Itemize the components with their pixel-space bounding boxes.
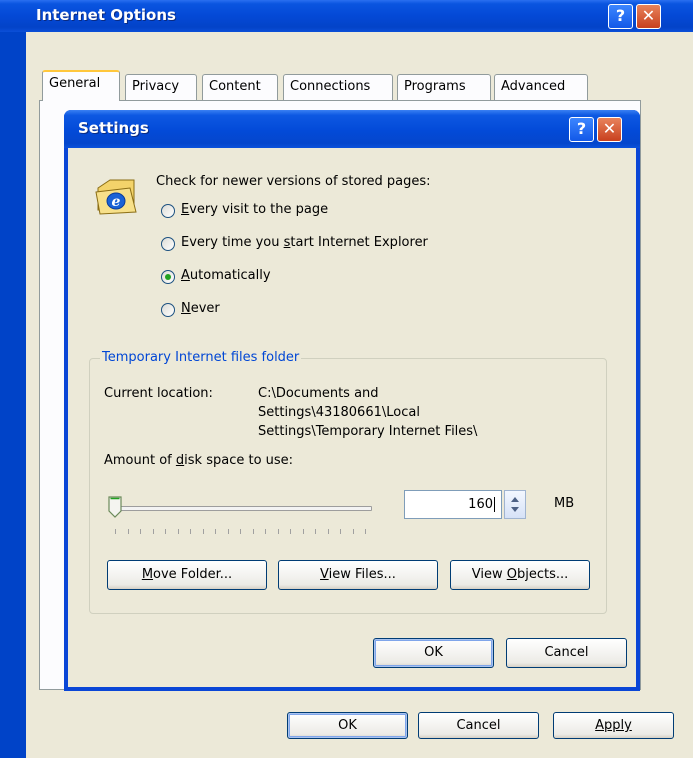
- spinner-arrows-icon: [511, 497, 519, 512]
- disk-space-spinner[interactable]: [504, 490, 526, 519]
- view-objects-button[interactable]: View Objects...: [450, 560, 590, 590]
- slider-tick: [352, 529, 354, 534]
- view-files-label: iew Files...: [328, 567, 396, 582]
- disk-space-unit: MB: [554, 496, 575, 511]
- radio-every-visit-label[interactable]: Every visit to the page: [181, 202, 328, 217]
- settings-help-button[interactable]: ?: [569, 117, 594, 142]
- slider-tick: [227, 529, 229, 534]
- current-location-line-2: Settings\43180661\Local: [258, 405, 420, 420]
- tab-programs[interactable]: Programs: [397, 74, 491, 100]
- slider-tick: [165, 529, 166, 534]
- temp-files-group-title: Temporary Internet files folder: [100, 350, 302, 365]
- tab-advanced[interactable]: Advanced: [494, 74, 588, 100]
- radio-selected-dot: [165, 274, 171, 280]
- slider-tick: [190, 529, 191, 534]
- slider-tick: [202, 529, 204, 534]
- outer-apply-button[interactable]: Apply: [553, 712, 674, 739]
- view-objects-label-1: View: [471, 567, 507, 582]
- settings-client-area: e Check for newer versions of stored pag…: [68, 148, 636, 687]
- window-border: [0, 32, 26, 758]
- check-heading: Check for newer versions of stored pages…: [156, 174, 431, 189]
- slider-tick: [177, 529, 179, 534]
- slider-tick: [315, 529, 316, 534]
- disk-space-slider-thumb[interactable]: [108, 496, 122, 518]
- slider-tick: [365, 529, 366, 534]
- current-location-line-3: Settings\Temporary Internet Files\: [258, 424, 478, 439]
- disk-space-slider-track[interactable]: [112, 506, 372, 511]
- current-location-line-1: C:\Documents and: [258, 386, 379, 401]
- outer-help-button[interactable]: ?: [608, 4, 633, 29]
- slider-tick: [215, 529, 216, 534]
- tab-general[interactable]: General: [42, 70, 120, 101]
- settings-dialog: Settings ? ✕ e Check for newer versions …: [64, 110, 640, 691]
- radio-automatically-label[interactable]: Automatically: [181, 268, 271, 283]
- slider-tick: [127, 529, 129, 534]
- slider-tick: [327, 529, 329, 534]
- move-folder-button[interactable]: Move Folder...: [107, 560, 267, 590]
- move-folder-label: ove Folder...: [153, 567, 233, 582]
- tab-connections[interactable]: Connections: [283, 74, 393, 100]
- slider-tick: [240, 529, 241, 534]
- outer-close-button[interactable]: ✕: [636, 4, 661, 29]
- radio-never-label[interactable]: Never: [181, 301, 220, 316]
- radio-never[interactable]: [161, 303, 175, 317]
- slider-tick: [140, 529, 141, 534]
- radio-every-visit[interactable]: [161, 204, 175, 218]
- disk-space-label: Amount of disk space to use:: [104, 453, 294, 468]
- outer-cancel-button[interactable]: Cancel: [418, 712, 539, 739]
- ie-cache-folder-icon: e: [95, 179, 137, 215]
- settings-title-bar[interactable]: Settings ? ✕: [64, 110, 640, 148]
- slider-tick: [152, 529, 154, 534]
- outer-title-bar[interactable]: Internet Options ? ✕: [0, 0, 693, 32]
- view-files-button[interactable]: View Files...: [278, 560, 438, 590]
- radio-automatically[interactable]: [161, 270, 175, 284]
- outer-window-title: Internet Options: [36, 6, 176, 24]
- slider-tick: [302, 529, 304, 534]
- slider-tick: [265, 529, 266, 534]
- apply-button-label: Apply: [595, 718, 632, 733]
- tab-content[interactable]: Content: [202, 74, 278, 100]
- tab-privacy[interactable]: Privacy: [125, 74, 197, 100]
- settings-cancel-button[interactable]: Cancel: [506, 638, 627, 668]
- view-objects-label-2: bjects...: [516, 567, 569, 582]
- slider-tick: [290, 529, 291, 534]
- outer-ok-button[interactable]: OK: [287, 712, 408, 739]
- disk-space-input[interactable]: 160: [404, 490, 502, 519]
- disk-space-value: 160: [468, 497, 493, 512]
- svg-text:e: e: [112, 194, 121, 210]
- radio-every-start[interactable]: [161, 237, 175, 251]
- slider-tick: [115, 529, 116, 534]
- settings-dialog-title: Settings: [78, 119, 149, 137]
- current-location-label: Current location:: [104, 386, 213, 401]
- slider-tick: [340, 529, 341, 534]
- slider-tick: [277, 529, 279, 534]
- settings-ok-button[interactable]: OK: [373, 638, 494, 668]
- settings-close-button[interactable]: ✕: [597, 117, 622, 142]
- radio-every-start-label[interactable]: Every time you start Internet Explorer: [181, 235, 428, 250]
- slider-tick: [252, 529, 254, 534]
